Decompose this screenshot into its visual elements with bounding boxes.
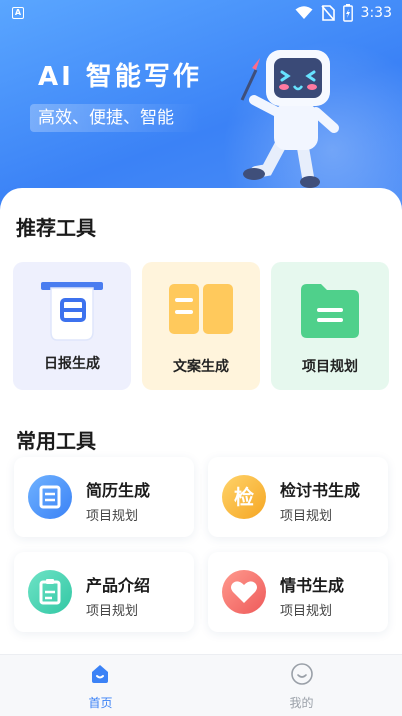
tool-product-intro[interactable]: 产品介绍 项目规划 [14, 552, 194, 632]
tool-resume[interactable]: 简历生成 项目规划 [14, 457, 194, 537]
battery-icon [342, 4, 353, 22]
clock: 3:33 [360, 5, 392, 21]
bottom-tab-bar: 首页 我的 [0, 654, 402, 716]
tool-self-criticism[interactable]: 检 检讨书生成 项目规划 [208, 457, 388, 537]
tab-label: 我的 [289, 696, 314, 710]
robot-mascot-icon [240, 50, 339, 188]
heart-icon [222, 570, 266, 614]
tab-label: 首页 [88, 696, 113, 710]
tool-subtitle: 项目规划 [86, 604, 139, 619]
resume-icon [28, 475, 72, 519]
hero-subtitle: 高效、便捷、智能 [30, 104, 200, 132]
book-icon [169, 284, 233, 334]
recommended-title: 推荐工具 [16, 216, 96, 240]
folder-icon [301, 284, 359, 338]
clipboard-icon [28, 570, 72, 614]
daily-report-icon [41, 282, 103, 341]
rec-tool-copywriting[interactable]: 文案生成 [142, 262, 260, 390]
tool-subtitle: 项目规划 [280, 604, 333, 619]
check-icon: 检 [222, 475, 266, 519]
tool-subtitle: 项目规划 [280, 509, 333, 524]
tab-home[interactable]: 首页 [0, 655, 201, 716]
rec-tool-label: 日报生成 [44, 356, 100, 372]
tool-title: 简历生成 [86, 481, 151, 500]
common-title: 常用工具 [16, 429, 96, 453]
hero-title: AI 智能写作 [38, 62, 202, 92]
tool-title: 情书生成 [280, 576, 345, 595]
tool-title: 产品介绍 [86, 576, 151, 595]
rec-tool-daily-report[interactable]: 日报生成 [13, 262, 131, 390]
status-bar: A 3:33 [0, 0, 402, 28]
app-badge: A [12, 7, 24, 19]
no-sim-icon [320, 5, 335, 21]
wifi-icon [295, 6, 313, 19]
tool-subtitle: 项目规划 [86, 509, 139, 524]
home-icon [92, 665, 108, 683]
tab-profile[interactable]: 我的 [201, 655, 402, 716]
tool-title: 检讨书生成 [280, 481, 361, 500]
profile-icon [291, 663, 313, 685]
rec-tool-label: 项目规划 [302, 359, 358, 375]
rec-tool-label: 文案生成 [173, 359, 229, 375]
rec-tool-project-plan[interactable]: 项目规划 [271, 262, 389, 390]
tool-love-letter[interactable]: 情书生成 项目规划 [208, 552, 388, 632]
